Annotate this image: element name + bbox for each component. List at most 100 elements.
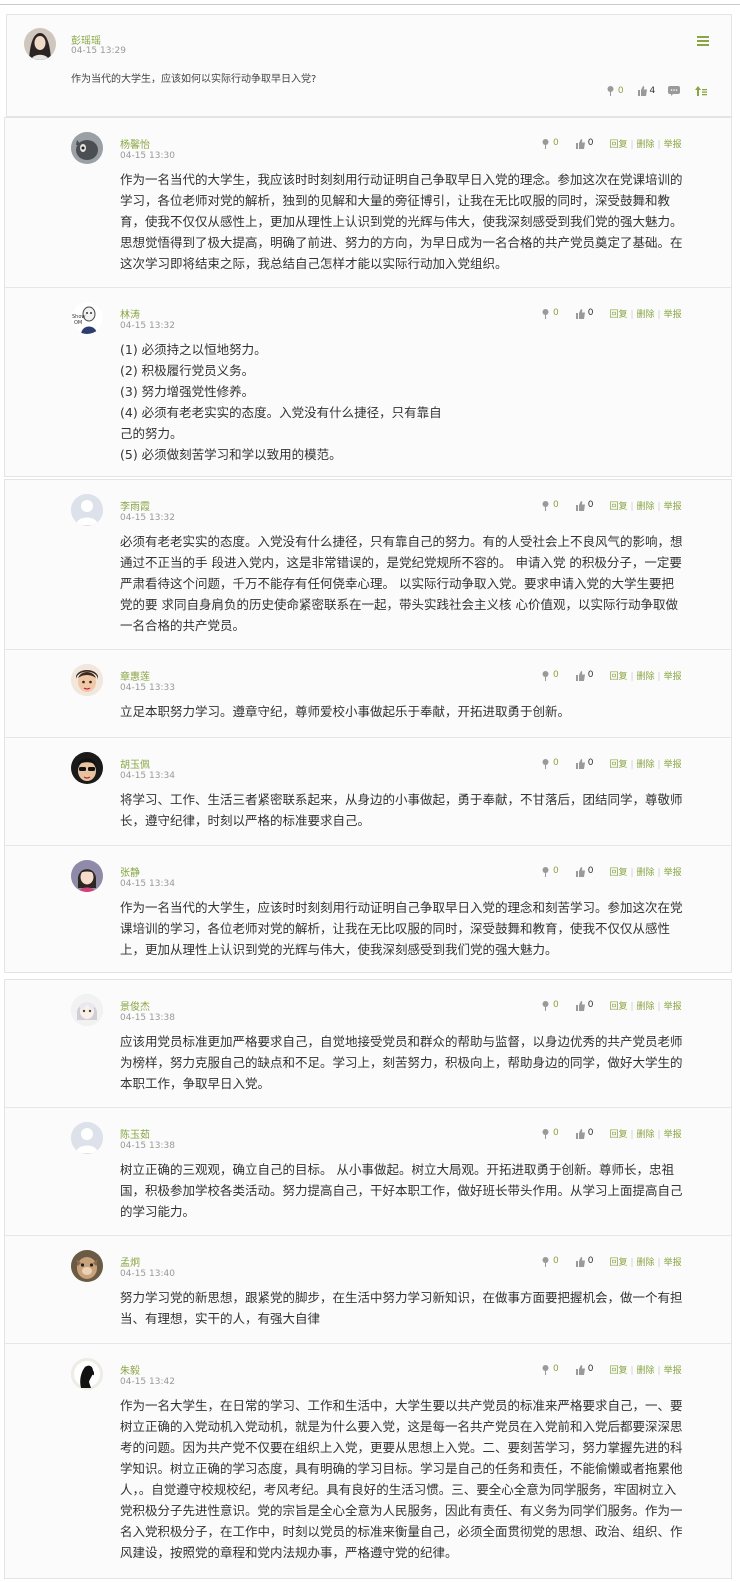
link-separator: | [657, 309, 661, 320]
like-button[interactable]: 0 [575, 758, 593, 769]
sort-button[interactable] [695, 86, 709, 96]
flower-button[interactable]: 0 [540, 500, 559, 511]
reply-author[interactable]: 杨馨怡 [120, 136, 150, 151]
like-count: 0 [587, 138, 594, 148]
link-separator: | [657, 1365, 661, 1376]
flower-button[interactable]: 0 [540, 1000, 559, 1011]
report-link[interactable]: 举报 [664, 868, 682, 878]
delete-link[interactable]: 删除 [637, 502, 655, 512]
reply-author[interactable]: 李雨霞 [120, 498, 150, 513]
thumbs-up-icon [575, 758, 585, 769]
reply-link[interactable]: 回复 [609, 1002, 627, 1012]
delete-link[interactable]: 删除 [637, 868, 655, 878]
report-link[interactable]: 举报 [664, 672, 682, 682]
flower-button[interactable]: 0 [605, 85, 624, 96]
like-button[interactable]: 0 [575, 1256, 593, 1267]
avatar[interactable] [71, 132, 103, 164]
link-separator: | [657, 671, 661, 682]
delete-link[interactable]: 删除 [637, 1002, 655, 1012]
reply-actions: 0 0 回复 | 删除 | 举报 [540, 864, 682, 878]
flower-button[interactable]: 0 [540, 1128, 559, 1139]
reply-item: 孟炯 04-15 13:40 0 0 回复 | 删除 | 举报 努力学习党的新思想，跟紧… [5, 1236, 731, 1344]
post-author[interactable]: 彭瑶瑶 [71, 32, 101, 47]
flower-button[interactable]: 0 [540, 308, 559, 319]
delete-link[interactable]: 删除 [637, 672, 655, 682]
delete-link[interactable]: 删除 [637, 1130, 655, 1140]
reply-group: 杨馨怡 04-15 13:30 0 0 回复 | 删除 | 举报 作为一名当代的大学生，… [4, 117, 732, 477]
report-link[interactable]: 举报 [664, 1002, 682, 1012]
avatar[interactable] [24, 28, 56, 60]
delete-link[interactable]: 删除 [637, 1366, 655, 1376]
delete-link[interactable]: 删除 [637, 1258, 655, 1268]
avatar[interactable] [71, 860, 103, 892]
reply-author[interactable]: 朱毅 [120, 1362, 140, 1377]
reply-paragraph: 作为一名当代的大学生，应该时时刻刻用行动证明自己争取早日入党的理念和刻苦学习。参… [120, 900, 683, 957]
like-button[interactable]: 0 [575, 866, 593, 877]
like-button[interactable]: 0 [575, 500, 593, 511]
delete-link[interactable]: 删除 [637, 140, 655, 150]
reply-link[interactable]: 回复 [609, 1258, 627, 1268]
report-link[interactable]: 举报 [664, 1130, 682, 1140]
reply-author[interactable]: 胡玉佩 [120, 756, 150, 771]
avatar[interactable] [71, 1122, 103, 1154]
reply-link[interactable]: 回复 [609, 868, 627, 878]
reply-author[interactable]: 陈玉茹 [120, 1126, 150, 1141]
report-link[interactable]: 举报 [664, 760, 682, 770]
avatar[interactable] [71, 752, 103, 784]
flower-count: 0 [553, 1000, 559, 1010]
avatar[interactable]: Show OM [71, 302, 103, 334]
avatar[interactable] [71, 1250, 103, 1282]
reply-actions: 0 0 回复 | 删除 | 举报 [540, 1126, 682, 1140]
reply-content: 树立正确的三观观，确立自己的目标。 从小事做起。树立大局观。开拓进取勇于创新。尊… [120, 1159, 685, 1222]
reply-paragraph: 必须有老老实实的态度。入党没有什么捷径，只有靠自己的努力。有的人受社会上不良风气… [120, 534, 683, 633]
avatar[interactable] [71, 494, 103, 526]
reply-link[interactable]: 回复 [609, 140, 627, 150]
avatar[interactable] [71, 994, 103, 1026]
reply-item: 李雨霞 04-15 13:32 0 0 回复 | 删除 | 举报 必须有老老实实的态度。… [5, 480, 731, 650]
flower-button[interactable]: 0 [540, 138, 559, 149]
like-button[interactable]: 0 [575, 1128, 593, 1139]
reply-link[interactable]: 回复 [609, 672, 627, 682]
like-button[interactable]: 0 [575, 138, 594, 149]
reply-author[interactable]: 孟炯 [120, 1254, 140, 1269]
reply-author[interactable]: 景俊杰 [120, 998, 150, 1013]
reply-item: 朱毅 04-15 13:42 0 0 回复 | 删除 | 举报 作为一名大学生，在日常的… [5, 1344, 731, 1578]
reply-link[interactable]: 回复 [609, 760, 627, 770]
reply-author[interactable]: 张静 [120, 864, 140, 879]
report-link[interactable]: 举报 [664, 1258, 682, 1268]
like-button[interactable]: 0 [575, 308, 593, 319]
avatar[interactable] [71, 664, 103, 696]
like-count: 0 [587, 1000, 594, 1010]
flower-button[interactable]: 0 [540, 1364, 559, 1375]
thumbs-up-icon [575, 500, 585, 511]
avatar[interactable] [71, 1358, 103, 1390]
like-count: 4 [649, 85, 656, 96]
report-link[interactable]: 举报 [664, 502, 682, 512]
reply-time: 04-15 13:38 [120, 1141, 175, 1151]
flower-button[interactable]: 0 [540, 866, 559, 877]
like-button[interactable]: 4 [637, 85, 656, 96]
reply-link[interactable]: 回复 [609, 1130, 627, 1140]
report-link[interactable]: 举报 [664, 140, 682, 150]
like-button[interactable]: 0 [575, 1364, 593, 1375]
reply-author[interactable]: 章惠莲 [120, 668, 150, 683]
like-button[interactable]: 0 [575, 1000, 594, 1011]
reply-link[interactable]: 回复 [609, 1366, 627, 1376]
delete-link[interactable]: 删除 [637, 310, 655, 320]
reply-link[interactable]: 回复 [609, 310, 627, 320]
link-separator: | [630, 501, 634, 512]
flower-button[interactable]: 0 [540, 1256, 559, 1267]
reply-content: 必须有老老实实的态度。入党没有什么捷径，只有靠自己的努力。有的人受社会上不良风气… [120, 531, 685, 636]
reply-content: 作为一名当代的大学生，应该时时刻刻用行动证明自己争取早日入党的理念和刻苦学习。参… [120, 897, 685, 960]
reply-author[interactable]: 林涛 [120, 306, 140, 321]
menu-icon[interactable] [697, 36, 709, 46]
report-link[interactable]: 举报 [664, 1366, 682, 1376]
like-button[interactable]: 0 [575, 670, 593, 681]
reply-paragraph: (5) 必须做刻苦学习和学以致用的模范。 [120, 447, 342, 462]
reply-link[interactable]: 回复 [609, 502, 627, 512]
flower-button[interactable]: 0 [540, 670, 559, 681]
report-link[interactable]: 举报 [664, 310, 682, 320]
delete-link[interactable]: 删除 [637, 760, 655, 770]
comment-button[interactable] [668, 86, 682, 96]
flower-button[interactable]: 0 [540, 758, 559, 769]
